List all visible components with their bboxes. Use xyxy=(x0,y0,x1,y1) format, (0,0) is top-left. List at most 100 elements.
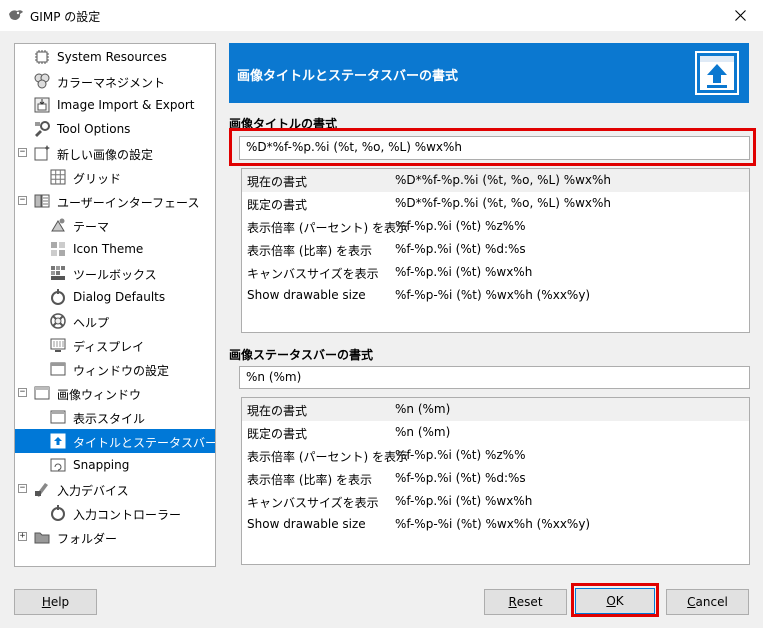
icon-theme-icon xyxy=(51,242,65,256)
sidebar-item-label: ウィンドウの設定 xyxy=(73,364,170,378)
title-statusbar-icon xyxy=(50,433,66,449)
page-title: 画像タイトルとステータスバーの書式 xyxy=(237,69,459,84)
new-image-icon xyxy=(34,145,50,161)
format-name: 既定の書式 xyxy=(247,427,308,441)
sidebar-item[interactable]: − 入力デバイス xyxy=(15,477,215,501)
window-settings-icon xyxy=(50,362,66,376)
help-button[interactable]: Help xyxy=(14,589,97,615)
format-row[interactable]: 既定の書式 %D*%f-%p.%i (%t, %o, %L) %wx%h xyxy=(242,192,749,215)
format-name: 表示倍率 (比率) を表示 xyxy=(247,244,372,258)
sidebar-item[interactable]: ツールボックス xyxy=(15,261,215,285)
format-name: Show drawable size xyxy=(247,288,366,302)
collapse-icon[interactable]: − xyxy=(18,484,27,493)
format-name: キャンバスサイズを表示 xyxy=(247,267,379,281)
status-format-list[interactable]: 現在の書式 %n (%m) 既定の書式 %n (%m) 表示倍率 (パーセント) を表示… xyxy=(241,397,750,565)
format-value: %f-%p.%i (%t) %z%% xyxy=(395,448,526,462)
format-row[interactable]: 表示倍率 (パーセント) を表示 %f-%p.%i (%t) %z%% xyxy=(242,444,749,467)
help-lifebuoy-icon xyxy=(50,313,66,329)
help-label-rest: elp xyxy=(50,595,70,609)
sidebar-item[interactable]: Snapping xyxy=(15,453,215,477)
dialog-defaults-icon xyxy=(51,289,65,305)
sidebar-item-label: グリッド xyxy=(73,172,122,186)
sidebar-item[interactable]: タイトルとステータスバー xyxy=(15,429,215,453)
page-banner: 画像タイトルとステータスバーの書式 xyxy=(229,43,749,103)
sidebar-item[interactable]: 表示スタイル xyxy=(15,405,215,429)
image-import-icon xyxy=(34,97,50,113)
format-name: 現在の書式 xyxy=(247,404,308,418)
format-row[interactable]: 既定の書式 %n (%m) xyxy=(242,421,749,444)
sidebar-item-label: カラーマネジメント xyxy=(57,76,166,90)
format-row[interactable]: 表示倍率 (パーセント) を表示 %f-%p.%i (%t) %z%% xyxy=(242,215,749,238)
cancel-button[interactable]: Cancel xyxy=(666,589,749,615)
preferences-tree[interactable]: System Resources カラーマネジメント Image Import & … xyxy=(14,43,216,567)
cancel-label-rest: ancel xyxy=(695,595,728,609)
expand-icon[interactable]: + xyxy=(18,532,27,541)
sidebar-item[interactable]: 入力コントローラー xyxy=(15,501,215,525)
sidebar-item-label: Icon Theme xyxy=(73,242,144,256)
format-row[interactable]: 表示倍率 (比率) を表示 %f-%p.%i (%t) %d:%s xyxy=(242,238,749,261)
sidebar-item[interactable]: テーマ xyxy=(15,213,215,237)
help-mnemonic: H xyxy=(41,595,51,609)
sidebar-item-label: 入力デバイス xyxy=(57,484,129,498)
sidebar-item[interactable]: ウィンドウの設定 xyxy=(15,357,215,381)
sidebar-item[interactable]: − ユーザーインターフェース xyxy=(15,189,215,213)
sidebar-item[interactable]: Image Import & Export xyxy=(15,93,215,117)
format-row[interactable]: キャンバスサイズを表示 %f-%p.%i (%t) %wx%h xyxy=(242,490,749,513)
format-row[interactable]: 現在の書式 %n (%m) xyxy=(242,398,749,421)
title-format-list[interactable]: 現在の書式 %D*%f-%p.%i (%t, %o, %L) %wx%h 既定の書式… xyxy=(241,168,750,333)
close-button[interactable] xyxy=(717,0,763,31)
theme-icon xyxy=(51,218,65,232)
sidebar-item-label: タイトルとステータスバー xyxy=(73,436,216,450)
sidebar-item[interactable]: ディスプレイ xyxy=(15,333,215,357)
reset-label-rest: eset xyxy=(516,595,543,609)
display-icon xyxy=(50,338,66,352)
image-window-icon xyxy=(34,386,50,400)
format-name: 表示倍率 (比率) を表示 xyxy=(247,473,372,487)
format-name: 現在の書式 xyxy=(247,175,308,189)
collapse-icon[interactable]: − xyxy=(18,196,27,205)
sidebar-item-label: ヘルプ xyxy=(73,316,110,330)
format-row[interactable]: 現在の書式 %D*%f-%p.%i (%t, %o, %L) %wx%h xyxy=(242,169,749,192)
format-row[interactable]: Show drawable size %f-%p-%i (%t) %wx%h (%… xyxy=(242,284,749,307)
grid-icon xyxy=(50,169,66,185)
chip-icon xyxy=(35,50,49,64)
sidebar-item[interactable]: ヘルプ xyxy=(15,309,215,333)
sidebar-item-label: ユーザーインターフェース xyxy=(57,196,200,210)
sidebar-item[interactable]: カラーマネジメント xyxy=(15,69,215,93)
sidebar-item[interactable]: + フォルダー xyxy=(15,525,215,549)
sidebar-item-label: 新しい画像の設定 xyxy=(57,148,154,162)
toolbox-icon xyxy=(51,266,65,280)
ok-mnemonic: O xyxy=(606,594,616,608)
sidebar-item[interactable]: Icon Theme xyxy=(15,237,215,261)
format-row[interactable]: 表示倍率 (比率) を表示 %f-%p.%i (%t) %d:%s xyxy=(242,467,749,490)
sidebar-item[interactable]: グリッド xyxy=(15,165,215,189)
title-bar: GIMP の設定 xyxy=(0,0,763,31)
sidebar-item[interactable]: Tool Options xyxy=(15,117,215,141)
format-value: %f-%p-%i (%t) %wx%h (%xx%y) xyxy=(395,288,591,302)
sidebar-item[interactable]: System Resources xyxy=(15,45,215,69)
sidebar-item-label: ツールボックス xyxy=(73,268,157,282)
collapse-icon[interactable]: − xyxy=(18,388,27,397)
close-icon xyxy=(734,10,746,21)
user-interface-icon xyxy=(34,194,50,208)
format-row[interactable]: Show drawable size %f-%p-%i (%t) %wx%h (%… xyxy=(242,513,749,536)
format-value: %n (%m) xyxy=(395,425,451,439)
reset-button[interactable]: Reset xyxy=(484,589,567,615)
title-format-input[interactable]: %D*%f-%p.%i (%t, %o, %L) %wx%h xyxy=(239,136,750,160)
input-controllers-icon xyxy=(51,505,65,521)
ok-button[interactable]: OK xyxy=(575,588,655,614)
status-format-input[interactable]: %n (%m) xyxy=(239,366,750,389)
sidebar-item[interactable]: − 新しい画像の設定 xyxy=(15,141,215,165)
sidebar-item[interactable]: − 画像ウィンドウ xyxy=(15,381,215,405)
format-row[interactable]: キャンバスサイズを表示 %f-%p.%i (%t) %wx%h xyxy=(242,261,749,284)
sidebar-item-label: 画像ウィンドウ xyxy=(57,388,142,402)
collapse-icon[interactable]: − xyxy=(18,148,27,157)
sidebar-item[interactable]: Dialog Defaults xyxy=(15,285,215,309)
format-value: %f-%p-%i (%t) %wx%h (%xx%y) xyxy=(395,517,591,531)
title-statusbar-large-icon xyxy=(695,51,739,95)
sidebar-item-label: 表示スタイル xyxy=(73,412,146,426)
sidebar-item-label: Snapping xyxy=(73,458,130,472)
sidebar-item-label: Dialog Defaults xyxy=(73,290,166,304)
sidebar-item-label: System Resources xyxy=(57,50,167,64)
sidebar-item-label: ディスプレイ xyxy=(73,340,145,354)
